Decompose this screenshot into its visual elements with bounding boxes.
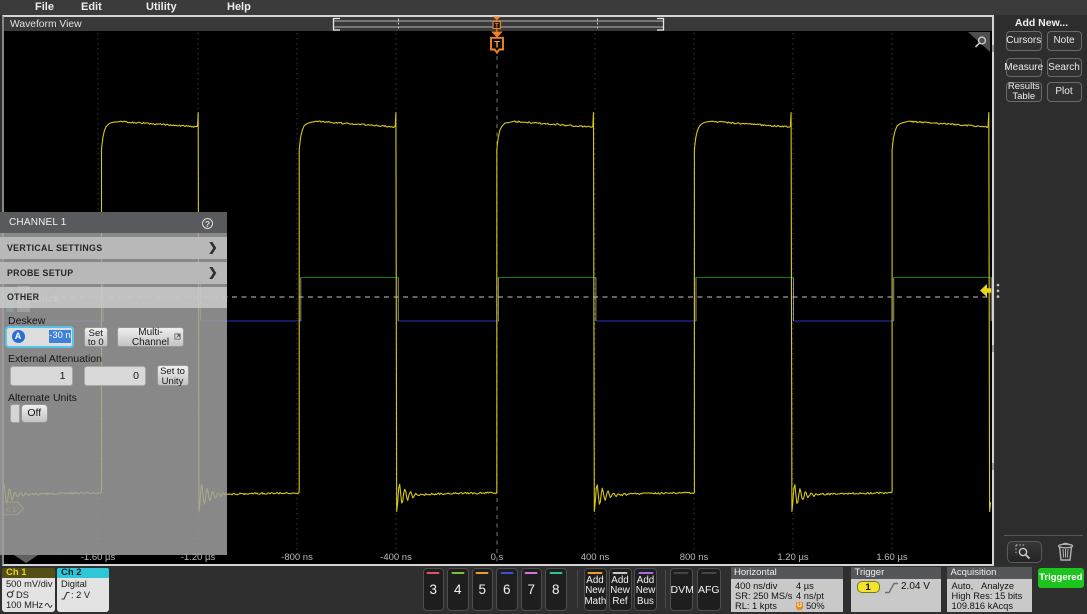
- svg-text:400 ns: 400 ns: [581, 552, 610, 563]
- svg-text:-400 ns: -400 ns: [380, 552, 412, 563]
- svg-text:1.20 µs: 1.20 µs: [777, 552, 809, 563]
- svg-text:T: T: [494, 40, 500, 51]
- svg-text:1.60 µs: 1.60 µs: [876, 552, 908, 563]
- svg-text:-800 ns: -800 ns: [281, 552, 313, 563]
- svg-text:0 s: 0 s: [491, 552, 504, 563]
- svg-text:800 ns: 800 ns: [680, 552, 709, 563]
- svg-text:T: T: [495, 23, 499, 29]
